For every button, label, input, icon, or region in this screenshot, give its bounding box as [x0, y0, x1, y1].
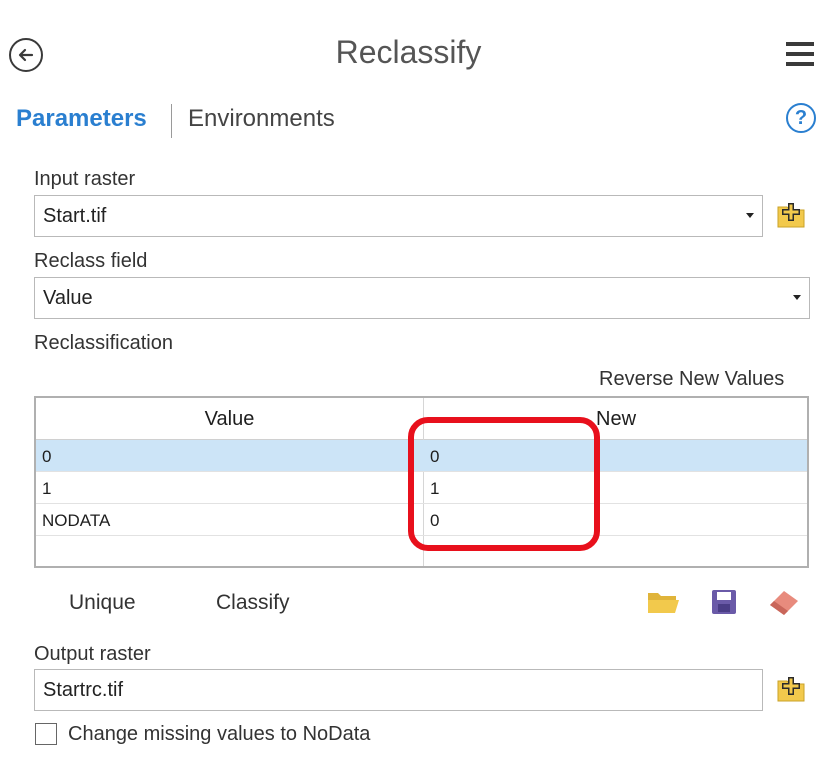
eraser-icon[interactable]: [766, 587, 802, 617]
tab-environments[interactable]: Environments: [188, 105, 335, 133]
reclass-field-select[interactable]: Value: [34, 277, 810, 319]
row-value[interactable]: NODATA: [42, 511, 110, 531]
output-raster-value: Startrc.tif: [43, 678, 124, 701]
hamburger-menu-icon[interactable]: [786, 42, 814, 66]
tab-divider: [171, 104, 172, 138]
row-value[interactable]: 0: [42, 447, 51, 467]
unique-button[interactable]: Unique: [69, 591, 136, 615]
help-icon[interactable]: ?: [786, 103, 816, 133]
annotation-highlight: [408, 417, 600, 551]
missing-values-label: Change missing values to NoData: [68, 723, 371, 745]
row-value[interactable]: 1: [42, 479, 51, 499]
input-raster-select[interactable]: Start.tif: [34, 195, 763, 237]
column-header-value[interactable]: Value: [36, 408, 423, 431]
reclassification-label: Reclassification: [34, 332, 173, 354]
output-raster-input[interactable]: Startrc.tif: [34, 669, 763, 711]
dropdown-arrow-icon: [793, 295, 801, 300]
reclass-field-value: Value: [43, 286, 93, 309]
tab-parameters[interactable]: Parameters: [16, 105, 147, 133]
page-title: Reclassify: [335, 34, 482, 70]
classify-button[interactable]: Classify: [216, 591, 290, 615]
add-folder-icon[interactable]: [776, 675, 806, 703]
output-raster-label: Output raster: [34, 643, 151, 665]
input-raster-label: Input raster: [34, 168, 136, 190]
reverse-new-values-link[interactable]: Reverse New Values: [599, 368, 784, 391]
input-raster-value: Start.tif: [43, 204, 107, 227]
missing-values-checkbox[interactable]: [35, 723, 57, 745]
add-folder-icon[interactable]: [776, 201, 806, 229]
open-folder-icon[interactable]: [646, 589, 680, 615]
dropdown-arrow-icon: [746, 213, 754, 218]
reclass-field-label: Reclass field: [34, 250, 148, 272]
save-icon[interactable]: [710, 588, 738, 616]
